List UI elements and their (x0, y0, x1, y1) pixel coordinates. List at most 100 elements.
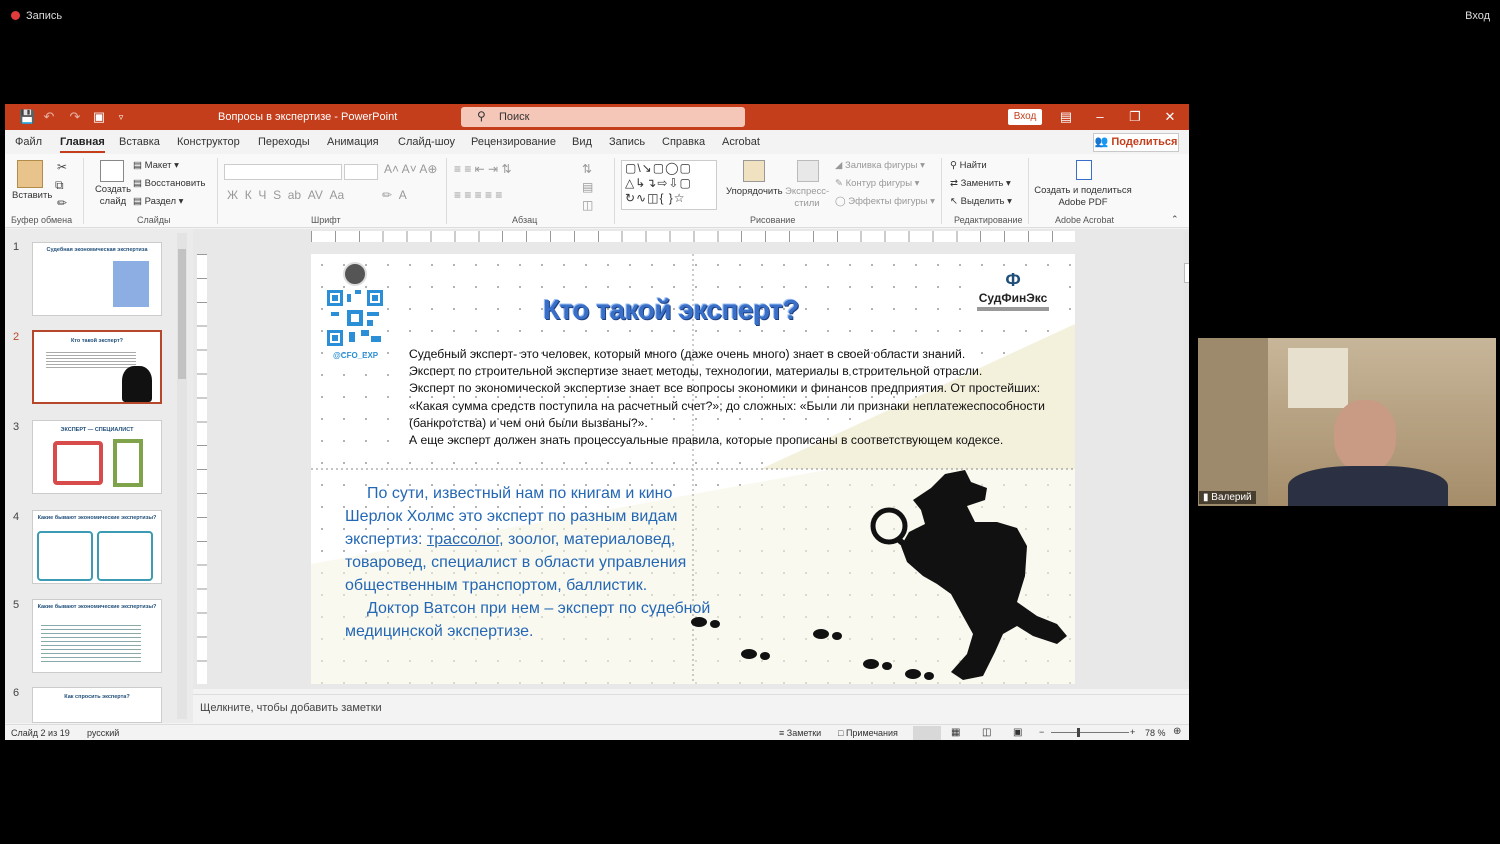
ribbon-separator (614, 158, 615, 224)
save-icon[interactable]: 💾 (19, 109, 35, 125)
section-button[interactable]: ▤ Раздел ▾ (133, 196, 183, 207)
quick-styles-icon[interactable] (797, 160, 819, 182)
collapse-ribbon-icon[interactable]: ⌃ (1171, 214, 1179, 225)
tab-acrobat[interactable]: Acrobat (722, 136, 760, 148)
fit-to-window-icon[interactable]: ⊕ (1173, 726, 1181, 737)
reset-button[interactable]: ▤ Восстановить (133, 178, 205, 189)
thumb-number: 4 (13, 511, 20, 523)
arrange-icon[interactable] (743, 160, 765, 182)
slide-sorter-icon[interactable]: ▦ (951, 727, 960, 738)
participant-video[interactable]: ▮ Валерий (1198, 338, 1496, 506)
find-button[interactable]: ⚲ Найти (950, 160, 987, 171)
participant-face (1334, 400, 1396, 472)
shapes-gallery[interactable]: ▢\↘▢◯▢ △↳↴⇨⇩▢ ↻∿◫{ }☆ (621, 160, 717, 210)
body-paragraph: Эксперт по строительной экспертизе знает… (409, 364, 983, 379)
comments-toggle[interactable]: □ Примечания (838, 728, 898, 738)
tab-file[interactable]: Файл (15, 136, 42, 148)
new-slide-button[interactable]: Создать слайд (93, 184, 133, 208)
comments-toggle-label: Примечания (845, 728, 898, 738)
tab-home[interactable]: Главная (60, 136, 105, 153)
tab-insert[interactable]: Вставка (119, 136, 160, 148)
tab-record[interactable]: Запись (609, 136, 645, 148)
select-button[interactable]: ↖ Выделить ▾ (950, 196, 1012, 207)
new-slide-icon[interactable] (100, 160, 124, 182)
font-format-icons[interactable]: Ж К Ч S ab AV Aa (227, 188, 344, 202)
paste-icon[interactable] (17, 160, 43, 188)
format-painter-icon[interactable]: ✏ (57, 196, 67, 210)
arrange-button[interactable]: Упорядочить (726, 186, 783, 197)
ribbon-display-icon[interactable]: ▤ (1057, 108, 1075, 126)
slide-thumbnail-3[interactable]: ЭКСПЕРТ — СПЕЦИАЛИСТ (32, 420, 162, 494)
ribbon-tabs: Файл Главная Вставка Конструктор Переход… (5, 130, 1189, 154)
slide-thumbnail-6[interactable]: Как спросить эксперта? (32, 687, 162, 723)
tab-view[interactable]: Вид (572, 136, 592, 148)
slide-thumbnail-2[interactable]: Кто такой эксперт? (32, 330, 162, 404)
redo-icon[interactable]: ↷ (67, 109, 83, 125)
slideshow-view-icon[interactable]: ▣ (1013, 727, 1022, 738)
list-icons[interactable]: ≡ ≡ ⇤ ⇥ ⇅ (454, 162, 512, 176)
zoom-slider[interactable] (1051, 732, 1129, 733)
replace-button[interactable]: ⇄ Заменить ▾ (950, 178, 1011, 189)
tab-review[interactable]: Рецензирование (471, 136, 556, 148)
reading-view-icon[interactable]: ◫ (982, 727, 991, 738)
signin-button[interactable]: Вход (1008, 109, 1042, 125)
thumb-box (97, 531, 153, 581)
minimize-button[interactable]: – (1091, 108, 1109, 126)
align-text-icon[interactable]: ▤ (582, 180, 593, 194)
increase-font-icon[interactable]: A˄ A˅ A⊕ (384, 162, 437, 176)
quick-styles-button[interactable]: Экспресс-стили (785, 186, 829, 210)
restore-button[interactable]: ❐ (1126, 108, 1144, 126)
slide-editor: @CFO_EXP Кто такой эксперт? Ф СудФинЭкс … (193, 229, 1189, 689)
create-pdf-icon[interactable] (1076, 160, 1092, 180)
zoom-slider-thumb[interactable] (1077, 728, 1080, 737)
text-direction-icon[interactable]: ⇅ (582, 162, 592, 176)
shape-fill-button[interactable]: ◢ Заливка фигуры ▾ (835, 160, 925, 171)
cut-icon[interactable]: ✂ (57, 160, 67, 174)
search-input[interactable]: ⚲ Поиск (461, 107, 745, 127)
paste-button[interactable]: Вставить (12, 190, 52, 201)
slide-thumbnail-1[interactable]: Судебная экономическая экспертиза (32, 242, 162, 316)
slide-thumbnail-4[interactable]: Какие бывают экономические экспертизы? (32, 510, 162, 584)
shape-outline-button[interactable]: ✎ Контур фигуры ▾ (835, 178, 919, 189)
font-name-combo[interactable] (224, 164, 342, 180)
language-indicator[interactable]: русский (87, 728, 119, 738)
scroll-thumb[interactable] (178, 249, 186, 379)
smartart-icon[interactable]: ◫ (582, 198, 593, 212)
normal-view-button[interactable] (913, 726, 941, 740)
align-icons[interactable]: ≡ ≡ ≡ ≡ ≡ (454, 188, 502, 202)
tab-transitions[interactable]: Переходы (258, 136, 310, 148)
zoom-level[interactable]: 78 % (1145, 728, 1166, 738)
slide-body-text[interactable]: Судебный эксперт- это человек, который м… (409, 346, 1049, 449)
scroll-thumb[interactable] (1184, 263, 1189, 283)
customize-qat-icon[interactable]: ▿ (113, 109, 129, 125)
close-button[interactable]: ✕ (1161, 108, 1179, 126)
tab-slideshow[interactable]: Слайд-шоу (398, 136, 455, 148)
notes-pane[interactable]: Щелкните, чтобы добавить заметки (193, 694, 1189, 724)
create-pdf-button[interactable]: Создать и поделиться Adobe PDF (1033, 185, 1133, 209)
start-slideshow-icon[interactable]: ▣ (91, 109, 107, 125)
group-acrobat-label: Adobe Acrobat (1055, 215, 1115, 225)
slide-title[interactable]: Кто такой эксперт? (521, 294, 821, 326)
select-label: Выделить (960, 196, 1005, 207)
enter-button[interactable]: Вход (1465, 10, 1490, 22)
tab-animations[interactable]: Анимация (327, 136, 379, 148)
tab-help[interactable]: Справка (662, 136, 705, 148)
slide-thumbnail-5[interactable]: Какие бывают экономические экспертизы? (32, 599, 162, 673)
font-size-combo[interactable] (344, 164, 378, 180)
copy-icon[interactable]: ⧉ (55, 178, 64, 193)
reset-label: Восстановить (144, 178, 206, 189)
layout-button[interactable]: ▤ Макет ▾ (133, 160, 179, 171)
thumbnails-scrollbar[interactable] (177, 233, 187, 719)
slide-blue-text[interactable]: По сути, известный нам по книгам и кино … (345, 482, 725, 643)
font-color-icon[interactable]: ✏ A (382, 188, 407, 202)
zoom-in-icon[interactable]: + (1130, 727, 1135, 737)
shape-outline-label: Контур фигуры (845, 178, 913, 189)
shape-effects-button[interactable]: ◯ Эффекты фигуры ▾ (835, 196, 935, 207)
notes-toggle[interactable]: ≡ Заметки (779, 728, 821, 738)
editor-scrollbar[interactable] (1183, 231, 1189, 681)
current-slide[interactable]: @CFO_EXP Кто такой эксперт? Ф СудФинЭкс … (311, 254, 1075, 684)
undo-icon[interactable]: ↶ (41, 109, 57, 125)
share-button[interactable]: 👥 Поделиться (1093, 133, 1179, 152)
tab-design[interactable]: Конструктор (177, 136, 240, 148)
zoom-out-icon[interactable]: − (1039, 727, 1044, 737)
